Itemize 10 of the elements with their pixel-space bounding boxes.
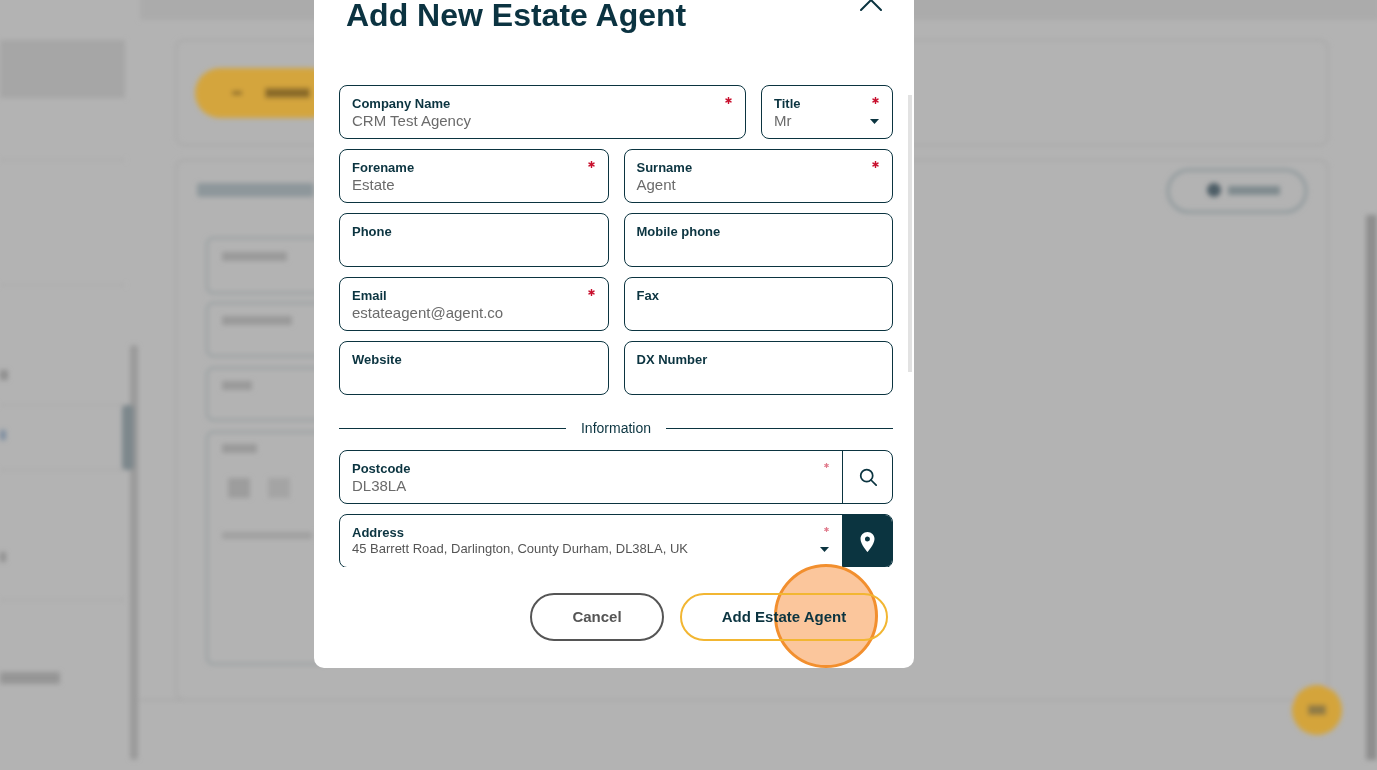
field-value: 45 Barrett Road, Darlington, County Durham, DL38LA, UK <box>352 541 688 557</box>
field-label: Address <box>352 525 405 540</box>
cancel-button[interactable]: Cancel <box>530 593 664 641</box>
map-pin-icon <box>859 532 875 552</box>
location-button[interactable] <box>842 515 892 567</box>
caret-icon <box>820 546 829 552</box>
close-button[interactable] <box>860 0 882 11</box>
select-field[interactable]: Address 45 Barrett Road, Darlington, County Durham, DL38LA, UK <box>339 514 893 567</box>
submit-button[interactable]: Add Estate Agent <box>680 593 888 641</box>
close-icon <box>860 0 882 11</box>
